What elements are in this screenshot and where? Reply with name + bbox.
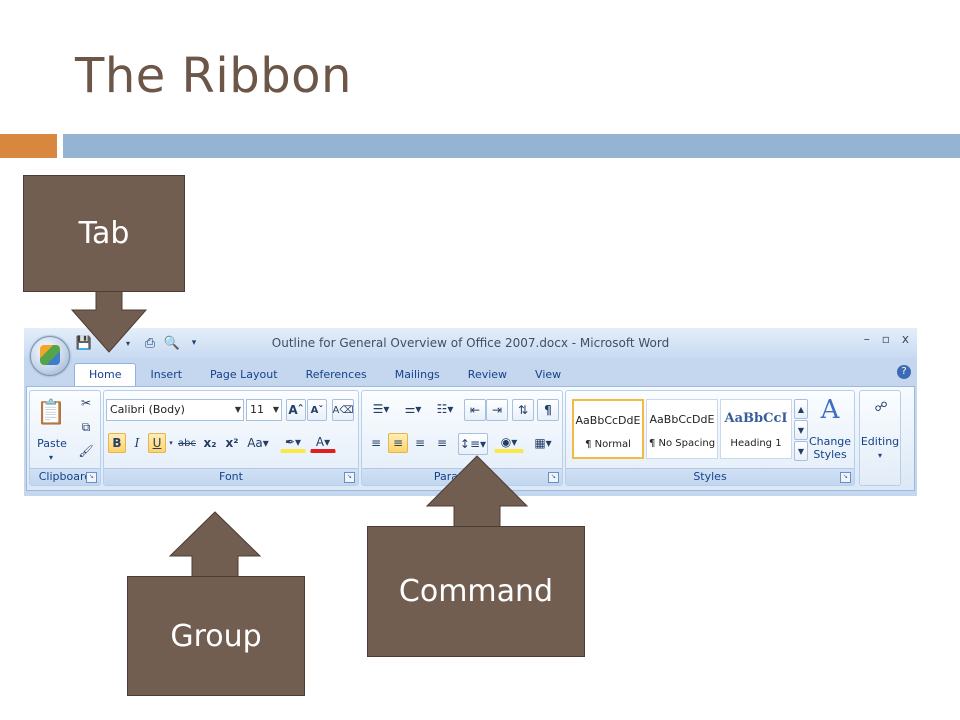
tab-callout-label: Tab	[78, 216, 130, 251]
group-callout: Group	[127, 576, 305, 696]
office-button[interactable]	[30, 336, 70, 376]
command-callout-label: Command	[398, 574, 554, 609]
group-callout-arrow	[168, 511, 262, 579]
group-callout-label: Group	[170, 618, 262, 654]
tab-callout: Tab	[23, 175, 185, 292]
command-callout-arrow	[425, 455, 529, 529]
office-logo-icon	[40, 345, 60, 365]
command-callout: Command	[367, 526, 585, 657]
tab-callout-arrow	[70, 289, 148, 353]
